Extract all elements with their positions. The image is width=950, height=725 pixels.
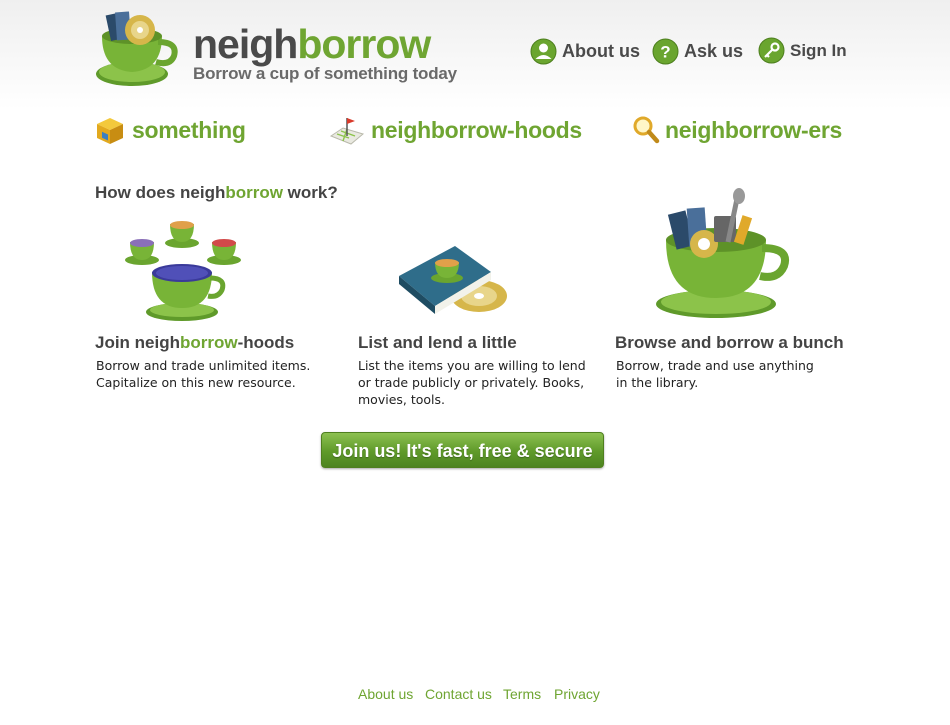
tagline: Borrow a cup of something today [193, 64, 457, 83]
step-list-title: List and lend a little [358, 333, 517, 352]
nav-ask-us[interactable]: ? Ask us [652, 38, 743, 65]
how-suffix: work? [282, 183, 338, 202]
brand-wordmark-part2: borrow [297, 21, 431, 67]
category-something-label: something [132, 116, 246, 143]
how-it-works-heading: How does neighborrow work? [95, 183, 338, 203]
step-join-title-post: -hoods [237, 333, 295, 352]
footer-terms-link[interactable]: Terms [503, 686, 541, 702]
how-highlight: borrow [225, 183, 283, 202]
footer-privacy-link[interactable]: Privacy [554, 686, 600, 702]
box-icon [97, 118, 123, 144]
person-icon [530, 38, 557, 65]
step-list-desc: List the items you are willing to lend o… [358, 358, 586, 407]
category-neighborrow-hoods-label: neighborrow-hoods [371, 116, 582, 143]
category-neighborrow-ers-label: neighborrow-ers [665, 116, 842, 143]
nav-sign-in-label: Sign In [790, 40, 847, 60]
cup-logo-icon [96, 11, 178, 86]
join-us-button[interactable]: Join us! It's fast, free & secure [321, 432, 604, 468]
cup-items-illustration [656, 188, 789, 318]
brand-wordmark[interactable]: neighborrow [193, 21, 431, 67]
step-join-title: Join neighborrow-hoods [95, 333, 294, 353]
footer-about-us-link[interactable]: About us [358, 686, 413, 702]
how-prefix: How does neigh [95, 183, 226, 202]
category-something[interactable]: something [94, 114, 246, 146]
svg-text:?: ? [660, 43, 670, 62]
nav-about-us[interactable]: About us [530, 38, 640, 65]
category-neighborrow-ers[interactable]: neighborrow-ers [632, 114, 842, 146]
category-neighborrow-hoods[interactable]: neighborrow-hoods [329, 114, 582, 146]
step-browse-desc: Borrow, trade and use anything in the li… [616, 358, 814, 390]
key-icon [758, 37, 785, 64]
question-icon: ? [652, 38, 679, 65]
book-cup-illustration [399, 246, 507, 314]
step-join-title-highlight: borrow [180, 333, 238, 352]
brand-wordmark-part1: neigh [193, 21, 298, 67]
cups-illustration [125, 221, 241, 321]
footer-contact-us-link[interactable]: Contact us [425, 686, 492, 702]
step-join-desc: Borrow and trade unlimited items. Capita… [96, 358, 311, 390]
map-flag-icon [329, 118, 365, 145]
nav-sign-in[interactable]: Sign In [758, 37, 847, 64]
magnifier-icon [633, 116, 660, 144]
nav-ask-us-label: Ask us [684, 41, 744, 61]
step-join-title-pre: Join neigh [95, 333, 180, 352]
step-browse-title: Browse and borrow a bunch [615, 333, 844, 352]
nav-about-us-label: About us [562, 41, 640, 61]
